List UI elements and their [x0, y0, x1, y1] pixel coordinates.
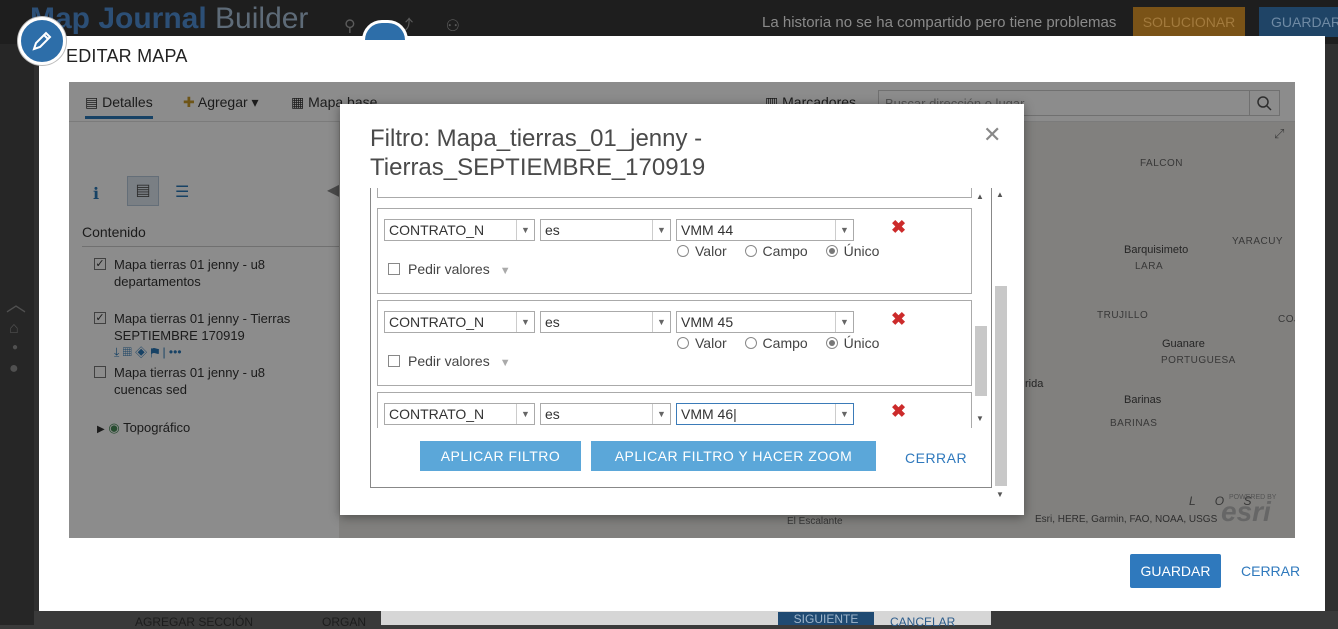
scroll-down-icon[interactable]: ▼	[996, 490, 1004, 499]
chevron-up-icon[interactable]: ︿	[6, 288, 26, 317]
radio-unico[interactable]: Único	[825, 335, 879, 351]
operator-select[interactable]: es ▼	[540, 311, 671, 333]
scroll-down-icon[interactable]: ▼	[976, 414, 984, 423]
value-type-radios: Valor Campo Único	[677, 335, 893, 351]
radio-campo[interactable]: Campo	[744, 243, 808, 259]
fix-button[interactable]: SOLUCIONAR	[1133, 7, 1245, 37]
field-select[interactable]: CONTRATO_N ▼	[384, 311, 535, 333]
cancel-button[interactable]: CANCELAR	[890, 615, 955, 629]
share-status-text: La historia no se ha compartido pero tie…	[762, 14, 1117, 31]
radio-campo[interactable]: Campo	[744, 335, 808, 351]
ask-values-checkbox[interactable]: Pedir valores ▼	[388, 353, 511, 369]
app-title: Map Journal Builder	[30, 2, 309, 35]
save-map-button[interactable]: GUARDAR	[1130, 554, 1221, 588]
filter-expression: CONTRATO_N ▼ es ▼ VMM 46| ▼ ✖	[377, 392, 972, 428]
chevron-down-icon: ▼	[652, 312, 670, 332]
chevron-down-icon: ▼	[516, 220, 534, 240]
home-icon[interactable]: ⌂	[9, 320, 19, 338]
expressions-scroll-area: CONTRATO_N ▼ es ▼ VMM 44 ▼ ✖ Valor Campo Ún…	[371, 188, 991, 428]
close-edit-link[interactable]: CERRAR	[1241, 563, 1300, 579]
value-select[interactable]: VMM 44 ▼	[676, 219, 854, 241]
filter-expression: CONTRATO_N ▼ es ▼ VMM 45 ▼ ✖ Valor Campo Ún…	[377, 300, 972, 386]
radio-unico[interactable]: Único	[825, 243, 879, 259]
scroll-thumb[interactable]	[975, 326, 987, 396]
filter-expressions-box: CONTRATO_N ▼ es ▼ VMM 44 ▼ ✖ Valor Campo Ún…	[370, 188, 992, 488]
filter-expression: CONTRATO_N ▼ es ▼ VMM 44 ▼ ✖ Valor Campo Ún…	[377, 208, 972, 294]
close-icon[interactable]: ✕	[983, 122, 1001, 148]
radio-valor[interactable]: Valor	[677, 243, 727, 259]
chevron-down-icon: ▼	[835, 312, 853, 332]
outer-scrollbar[interactable]: ▲ ▼	[993, 186, 1009, 502]
value-input[interactable]: VMM 46| ▼	[676, 403, 854, 425]
field-select[interactable]: CONTRATO_N ▼	[384, 219, 535, 241]
organize-button[interactable]: ORGAN	[322, 615, 366, 629]
filter-title: Filtro: Mapa_tierras_01_jenny - Tierras_…	[370, 125, 706, 181]
left-rail: ︿ ⌂ ● ●	[0, 44, 34, 625]
inner-scrollbar[interactable]: ▲ ▼	[973, 188, 989, 428]
add-section-button[interactable]: AGREGAR SECCIÓN	[135, 615, 253, 629]
chevron-down-icon: ▼	[652, 220, 670, 240]
chevron-down-icon: ▼	[516, 404, 534, 424]
dropdown-icon[interactable]: ▼	[500, 357, 511, 369]
dot-icon[interactable]: ●	[12, 342, 18, 353]
delete-expression-icon[interactable]: ✖	[891, 309, 906, 330]
apply-filter-button[interactable]: APLICAR FILTRO	[420, 441, 581, 471]
previous-expression	[377, 188, 972, 198]
scroll-up-icon[interactable]: ▲	[976, 192, 984, 201]
value-select[interactable]: VMM 45 ▼	[676, 311, 854, 333]
apply-filter-zoom-button[interactable]: APLICAR FILTRO Y HACER ZOOM	[591, 441, 876, 471]
delete-expression-icon[interactable]: ✖	[891, 217, 906, 238]
field-select[interactable]: CONTRATO_N ▼	[384, 403, 535, 425]
chevron-down-icon: ▼	[652, 404, 670, 424]
operator-select[interactable]: es ▼	[540, 219, 671, 241]
chevron-down-icon: ▼	[835, 404, 853, 424]
filter-dialog: Filtro: Mapa_tierras_01_jenny - Tierras_…	[340, 104, 1024, 515]
radio-valor[interactable]: Valor	[677, 335, 727, 351]
close-filter-link[interactable]: CERRAR	[905, 450, 967, 466]
circle-icon[interactable]: ●	[9, 360, 19, 378]
edit-map-title: EDITAR MAPA	[66, 46, 188, 66]
chevron-down-icon: ▼	[516, 312, 534, 332]
delete-expression-icon[interactable]: ✖	[891, 401, 906, 422]
edit-pencil-icon	[18, 17, 66, 65]
next-button[interactable]: SIGUIENTE	[778, 612, 874, 626]
scroll-thumb[interactable]	[995, 286, 1007, 486]
save-story-button[interactable]: GUARDAR	[1259, 7, 1338, 37]
scroll-up-icon[interactable]: ▲	[996, 190, 1004, 199]
dropdown-icon[interactable]: ▼	[500, 265, 511, 277]
operator-select[interactable]: es ▼	[540, 403, 671, 425]
value-type-radios: Valor Campo Único	[677, 243, 893, 259]
ask-values-checkbox[interactable]: Pedir valores ▼	[388, 261, 511, 277]
chevron-down-icon: ▼	[835, 220, 853, 240]
